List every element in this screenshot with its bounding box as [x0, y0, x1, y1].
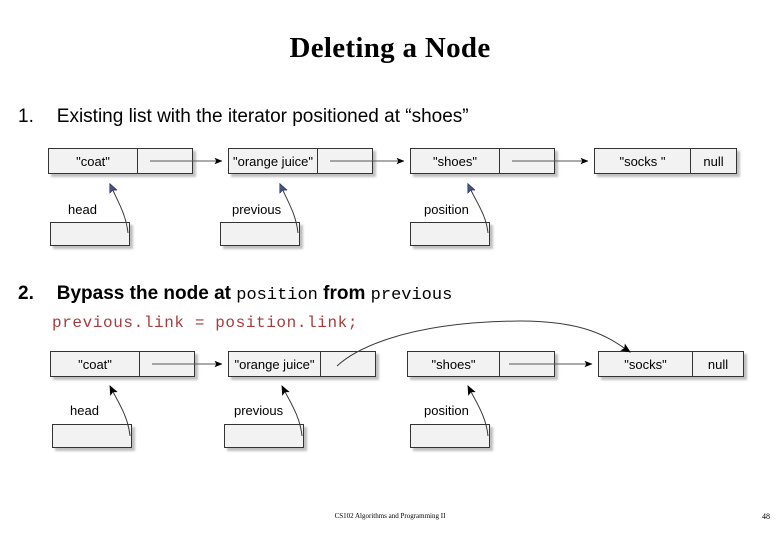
var-box-previous-1 — [220, 222, 300, 246]
node-null-cell: null — [692, 352, 743, 376]
step-1-number: 1. — [18, 106, 34, 127]
node-data-cell: "orange juice" — [232, 153, 314, 169]
node-data-cell: "coat" — [76, 153, 110, 169]
node-link-cell-bypass — [320, 352, 375, 376]
step-2-part-1: position — [236, 286, 318, 305]
step-2-number: 2. — [18, 283, 34, 304]
node-data-cell: "socks" — [624, 356, 667, 372]
slide-title: Deleting a Node — [289, 32, 491, 64]
node-shoes-2: "shoes" — [407, 351, 555, 377]
step-2-part-0: Bypass the node at — [56, 283, 237, 304]
node-link-cell — [317, 149, 372, 173]
var-box-head-1 — [50, 222, 130, 246]
node-coat-1: "coat" — [48, 148, 193, 174]
node-link-cell — [139, 352, 194, 376]
node-link-cell — [137, 149, 192, 173]
var-box-position-2 — [410, 424, 490, 448]
node-data-cell: "shoes" — [431, 356, 476, 372]
step-2-part-2: from — [317, 283, 371, 304]
node-link-cell — [499, 352, 554, 376]
node-socks-1: "socks " null — [594, 148, 737, 174]
var-label-head-1: head — [68, 202, 97, 217]
slide: Deleting a Node 1. Existing list with th… — [0, 0, 780, 540]
diagram-arrows-overlay — [0, 157, 631, 437]
node-data-cell: "coat" — [78, 356, 112, 372]
node-null-cell: null — [690, 149, 736, 173]
var-label-head-2: head — [70, 403, 99, 418]
step-2-part-3: previous — [370, 286, 453, 305]
node-orange-juice-1: "orange juice" — [228, 148, 373, 174]
step-1: 1. Existing list with the iterator posit… — [18, 106, 469, 128]
step-1-text: Existing list with the iterator position… — [56, 106, 469, 127]
var-label-position-2: position — [424, 403, 469, 418]
node-data-cell: "orange juice" — [234, 356, 315, 372]
node-data-cell: "shoes" — [433, 153, 477, 169]
step-2: 2. Bypass the node at position from prev… — [18, 283, 452, 305]
var-label-position-1: position — [424, 202, 469, 217]
page-number: 48 — [762, 512, 770, 521]
node-data-cell: "socks " — [619, 153, 666, 169]
node-socks-2: "socks" null — [598, 351, 744, 377]
node-coat-2: "coat" — [50, 351, 195, 377]
var-box-previous-2 — [224, 424, 304, 448]
code-statement: previous.link = position.link; — [52, 314, 359, 332]
node-orange-juice-2: "orange juice" — [228, 351, 376, 377]
footer-course-text: CS102 Algorithms and Programming II — [334, 512, 446, 520]
var-box-position-1 — [410, 222, 490, 246]
var-box-head-2 — [52, 424, 132, 448]
node-shoes-1: "shoes" — [410, 148, 555, 174]
var-label-previous-1: previous — [232, 202, 282, 217]
var-label-previous-2: previous — [234, 403, 284, 418]
node-link-cell — [499, 149, 554, 173]
